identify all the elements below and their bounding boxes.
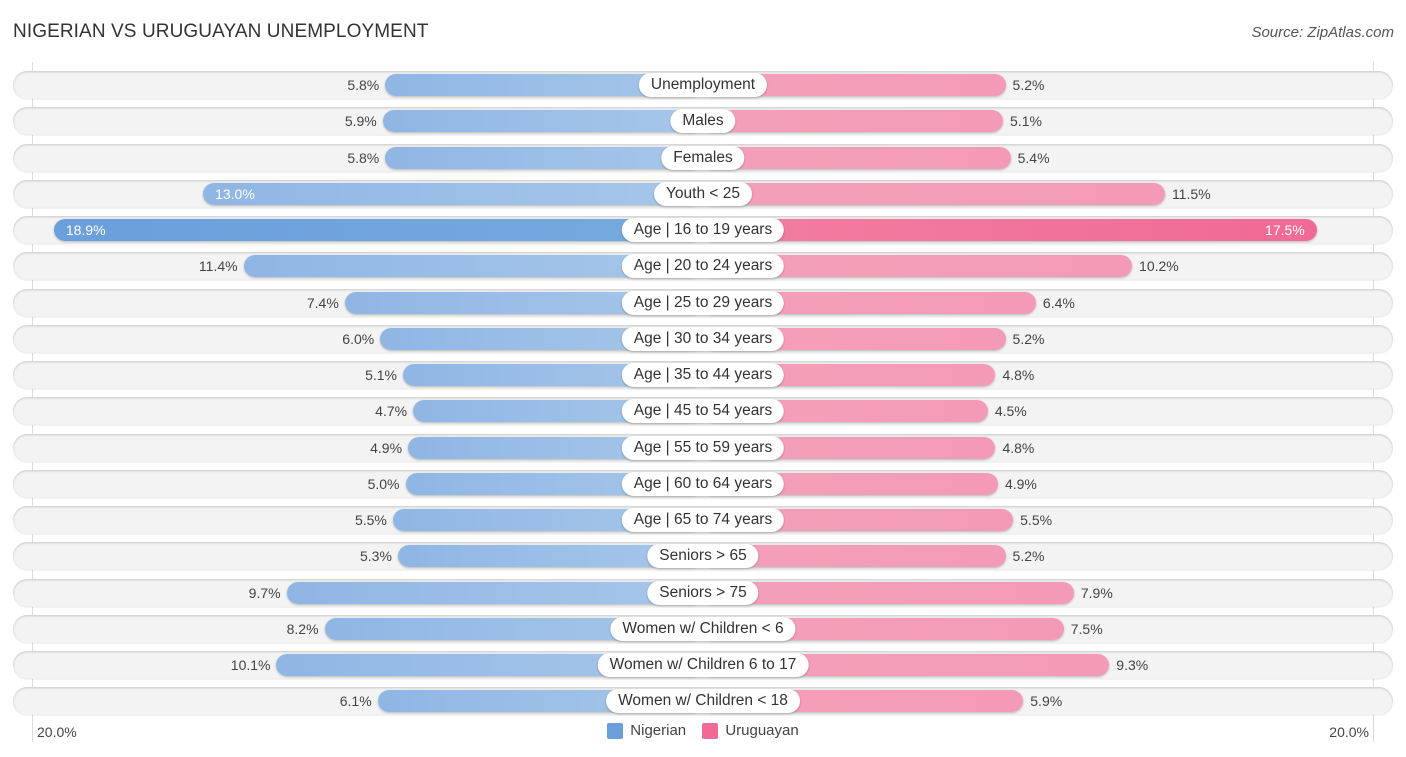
bar-nigerian[interactable]	[382, 110, 703, 132]
value-label-nigerian: 11.4%	[198, 258, 238, 274]
value-label-uruguayan: 10.2%	[1139, 258, 1179, 274]
category-label: Age | 20 to 24 years	[621, 254, 785, 278]
category-label: Unemployment	[638, 73, 768, 97]
legend-item-uruguayan[interactable]: Uruguayan	[702, 722, 799, 739]
value-label-uruguayan: 5.9%	[1030, 693, 1063, 709]
value-label-nigerian: 5.0%	[367, 476, 400, 492]
category-label: Women w/ Children < 6	[610, 617, 796, 641]
legend-label-uruguayan: Uruguayan	[725, 722, 799, 739]
value-label-uruguayan: 4.5%	[994, 403, 1027, 419]
value-label-nigerian: 5.8%	[347, 77, 380, 93]
chart-title: NIGERIAN VS URUGUAYAN UNEMPLOYMENT	[13, 21, 429, 42]
category-label: Age | 45 to 54 years	[621, 399, 785, 423]
legend-label-nigerian: Nigerian	[630, 722, 687, 739]
value-label-uruguayan: 11.5%	[1171, 186, 1211, 202]
bar-uruguayan[interactable]	[703, 183, 1165, 205]
category-label: Seniors > 65	[647, 544, 759, 568]
category-label: Seniors > 75	[647, 581, 759, 605]
value-label-uruguayan: 7.9%	[1080, 585, 1113, 601]
value-label-nigerian: 5.1%	[365, 367, 397, 383]
value-label-uruguayan: 5.5%	[1020, 512, 1053, 528]
category-label: Age | 65 to 74 years	[621, 508, 785, 532]
value-label-nigerian: 5.9%	[344, 113, 377, 129]
category-label: Youth < 25	[654, 182, 752, 206]
bar-nigerian[interactable]	[203, 183, 703, 205]
value-label-uruguayan: 4.8%	[1002, 367, 1035, 383]
bar-nigerian[interactable]	[286, 582, 703, 604]
category-label: Males	[670, 109, 736, 133]
category-label: Age | 55 to 59 years	[621, 436, 785, 460]
value-label-nigerian: 6.1%	[339, 693, 372, 709]
value-label-nigerian: 5.3%	[360, 548, 392, 564]
value-label-uruguayan: 5.2%	[1012, 77, 1045, 93]
value-label-nigerian: 10.1%	[230, 657, 271, 673]
value-label-nigerian: 5.8%	[347, 150, 380, 166]
value-label-nigerian: 18.9%	[65, 222, 106, 238]
value-label-nigerian: 4.7%	[375, 403, 408, 419]
legend: Nigerian Uruguayan	[0, 722, 1406, 743]
category-label: Females	[661, 146, 745, 170]
category-label: Age | 60 to 64 years	[621, 472, 785, 496]
bar-uruguayan[interactable]	[703, 110, 1004, 132]
source-label: Source: ZipAtlas.com	[1251, 24, 1394, 41]
value-label-nigerian: 6.0%	[342, 331, 375, 347]
value-label-nigerian: 5.5%	[354, 512, 387, 528]
value-label-nigerian: 4.9%	[370, 440, 403, 456]
bar-uruguayan[interactable]	[703, 147, 1011, 169]
bar-uruguayan[interactable]	[703, 219, 1317, 241]
value-label-uruguayan: 5.2%	[1012, 331, 1045, 347]
category-label: Age | 35 to 44 years	[621, 363, 785, 387]
category-label: Age | 30 to 34 years	[621, 327, 785, 351]
value-label-uruguayan: 4.9%	[1004, 476, 1037, 492]
value-label-uruguayan: 9.3%	[1116, 657, 1149, 673]
value-label-uruguayan: 5.2%	[1012, 548, 1045, 564]
category-label: Age | 25 to 29 years	[621, 291, 785, 315]
category-label: Women w/ Children < 18	[606, 689, 800, 713]
bar-nigerian[interactable]	[385, 147, 703, 169]
bar-uruguayan[interactable]	[703, 582, 1074, 604]
value-label-uruguayan: 17.5%	[1265, 222, 1305, 238]
legend-swatch-nigerian	[607, 722, 624, 739]
bar-nigerian[interactable]	[53, 219, 703, 241]
value-label-nigerian: 8.2%	[286, 621, 319, 637]
value-label-uruguayan: 4.8%	[1002, 440, 1035, 456]
value-label-uruguayan: 5.1%	[1010, 113, 1042, 129]
category-label: Age | 16 to 19 years	[621, 218, 785, 242]
value-label-uruguayan: 7.5%	[1070, 621, 1103, 637]
value-label-nigerian: 7.4%	[306, 295, 339, 311]
value-label-uruguayan: 6.4%	[1042, 295, 1075, 311]
legend-item-nigerian[interactable]: Nigerian	[607, 722, 686, 739]
category-label: Women w/ Children 6 to 17	[597, 653, 809, 677]
legend-swatch-uruguayan	[702, 722, 719, 739]
value-label-nigerian: 13.0%	[215, 186, 255, 202]
value-label-uruguayan: 5.4%	[1017, 150, 1050, 166]
value-label-nigerian: 9.7%	[248, 585, 281, 601]
